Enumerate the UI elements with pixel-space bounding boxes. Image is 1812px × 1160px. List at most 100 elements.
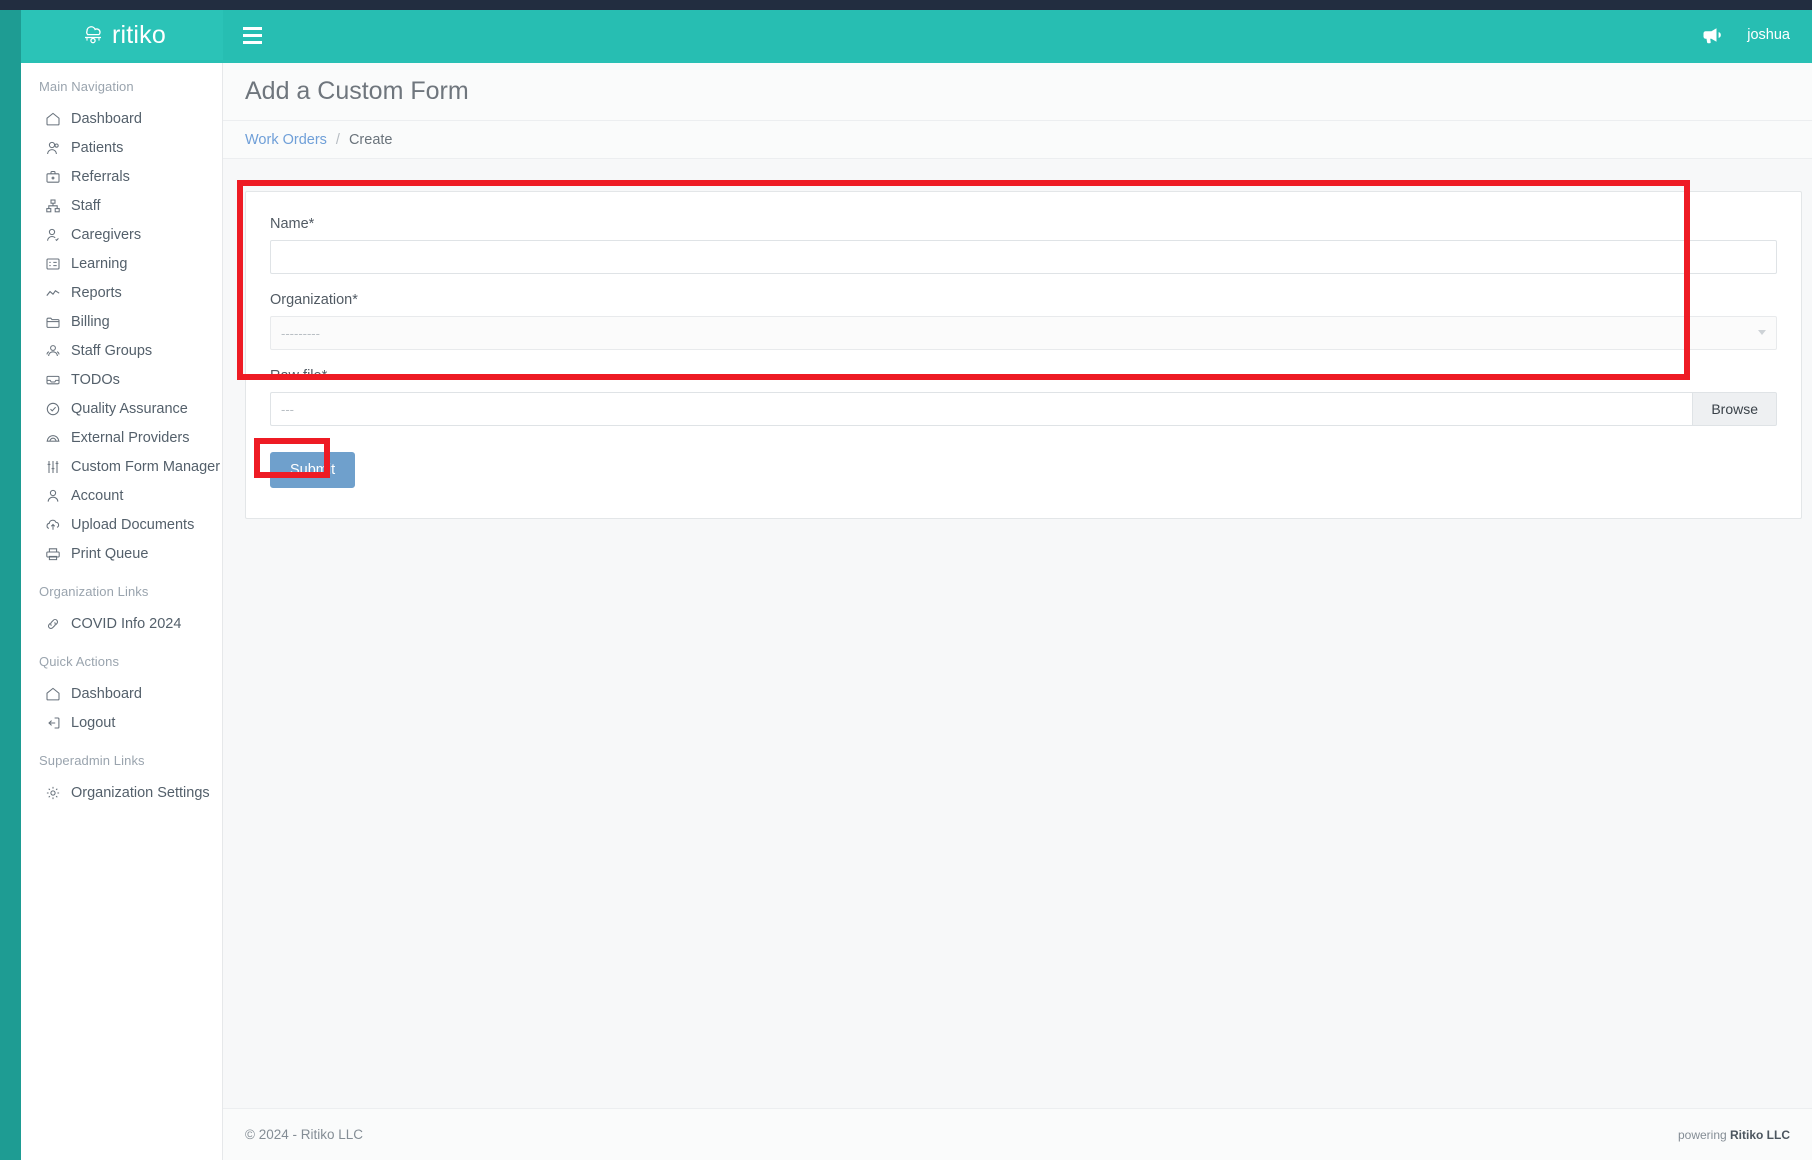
sidebar-item-print-queue[interactable]: Print Queue (21, 539, 222, 568)
sidebar-item-organization-settings[interactable]: Organization Settings (21, 778, 222, 807)
page-title: Add a Custom Form (245, 77, 469, 105)
organization-field-label: Organization* (270, 292, 358, 308)
submit-button[interactable]: Submit (270, 452, 356, 488)
sidebar-item-label: Referrals (71, 168, 130, 185)
sidebar-item-label: Patients (71, 139, 124, 156)
arch-icon (45, 430, 71, 446)
home-icon (45, 111, 71, 127)
link-icon (45, 616, 71, 632)
sidebar-item-label: Print Queue (71, 545, 149, 562)
sidebar-item-label: Upload Documents (71, 516, 195, 533)
sidebar-item-label: Reports (71, 284, 122, 301)
sidebar-item-label: Logout (71, 714, 116, 731)
sidebar-item-label: Learning (71, 255, 128, 272)
sidebar-section-title-quick: Quick Actions (39, 654, 120, 669)
name-input[interactable] (270, 240, 1777, 274)
sidebar-item-staff-groups[interactable]: Staff Groups (21, 336, 222, 365)
cloud-network-logo-icon (78, 20, 108, 51)
breadcrumb-current: Create (348, 131, 393, 148)
custom-form-card: Name* Organization* --------- Raw file* … (245, 191, 1802, 519)
sidebar-item-learning[interactable]: Learning (21, 249, 222, 278)
footer-powering-brand: Ritiko LLC (1730, 1127, 1790, 1142)
header-right-actions: joshua (1685, 10, 1812, 60)
sidebar-item-reports[interactable]: Reports (21, 278, 222, 307)
id-card-icon (45, 256, 71, 272)
footer-copyright: © 2024 - Ritiko LLC (245, 1127, 363, 1142)
name-field-group: Name* (270, 216, 1777, 274)
sidebar-item-billing[interactable]: Billing (21, 307, 222, 336)
sidebar-item-label: TODOs (71, 371, 120, 388)
breadcrumb-separator: / (335, 131, 340, 148)
breadcrumb-link-work-orders[interactable]: Work Orders (245, 132, 327, 148)
page-footer: © 2024 - Ritiko LLC powering Ritiko LLC (223, 1108, 1812, 1160)
line-chart-icon (45, 285, 71, 301)
sidebar-item-covid-info[interactable]: COVID Info 2024 (21, 609, 222, 638)
organization-field-group: Organization* --------- (270, 292, 1777, 350)
sidebar-item-referrals[interactable]: Referrals (21, 162, 222, 191)
raw-file-field-label: Raw file* (270, 368, 328, 384)
sidebar-item-label: External Providers (71, 429, 190, 446)
gear-icon (45, 785, 71, 801)
organization-select[interactable]: --------- (270, 316, 1777, 350)
sidebar-item-label: Billing (71, 313, 110, 330)
sidebar-item-quick-dashboard[interactable]: Dashboard (21, 679, 222, 708)
sidebar-item-label: Organization Settings (71, 784, 210, 801)
raw-file-filename[interactable]: --- (270, 392, 1693, 426)
sidebar-item-external-providers[interactable]: External Providers (21, 423, 222, 452)
header-bottom-divider (21, 60, 1812, 63)
breadcrumb: Work Orders / Create (223, 121, 1812, 159)
sidebar-item-upload-documents[interactable]: Upload Documents (21, 510, 222, 539)
top-header-bar: ritiko joshua (21, 10, 1812, 60)
user-menu-button[interactable]: joshua (1739, 10, 1812, 60)
sidebar-item-label: Account (71, 487, 124, 504)
browse-button[interactable]: Browse (1692, 392, 1777, 426)
cloud-upload-icon (45, 517, 71, 533)
sidebar-item-dashboard[interactable]: Dashboard (21, 104, 222, 133)
app-root: ritiko joshua Main Navigation Dashboard … (0, 0, 1812, 1160)
printer-icon (45, 546, 71, 562)
brand-logo[interactable]: ritiko (21, 10, 223, 60)
sidebar-item-todos[interactable]: TODOs (21, 365, 222, 394)
sidebar-item-label: Staff Groups (71, 342, 153, 359)
sidebar-section-title-org: Organization Links (39, 584, 149, 599)
sidebar-item-label: Caregivers (71, 226, 142, 243)
logout-icon (45, 715, 71, 731)
brand-name: ritiko (112, 20, 166, 49)
sidebar-item-label: COVID Info 2024 (71, 615, 182, 632)
sidebar-item-caregivers[interactable]: Caregivers (21, 220, 222, 249)
username-label: joshua (1747, 27, 1790, 43)
sidebar-item-label: Quality Assurance (71, 400, 188, 417)
name-field-label: Name* (270, 216, 315, 232)
user-check-icon (45, 227, 71, 243)
main-content: Add a Custom Form Work Orders / Create N… (223, 63, 1812, 1160)
sidebar-item-label: Dashboard (71, 685, 142, 702)
users-group-icon (45, 343, 71, 359)
briefcase-icon (45, 169, 71, 185)
folder-icon (45, 314, 71, 330)
sidebar-item-staff[interactable]: Staff (21, 191, 222, 220)
sidebar-item-quality-assurance[interactable]: Quality Assurance (21, 394, 222, 423)
raw-file-field-group: Raw file* --- Browse (270, 368, 1777, 426)
patient-icon (45, 140, 71, 156)
footer-powering: powering Ritiko LLC (1678, 1128, 1790, 1142)
sidebar-item-label: Custom Form Manager (71, 458, 221, 475)
org-chart-icon (45, 198, 71, 214)
sidebar-item-label: Dashboard (71, 110, 142, 127)
sidebar-item-account[interactable]: Account (21, 481, 222, 510)
page-header: Add a Custom Form (223, 63, 1812, 121)
left-teal-rail (0, 10, 21, 1160)
sidebar-navigation: Main Navigation Dashboard Patients Refer… (21, 63, 223, 1160)
sidebar-item-label: Staff (71, 197, 101, 214)
hamburger-menu-icon[interactable] (235, 20, 269, 50)
sidebar-item-logout[interactable]: Logout (21, 708, 222, 737)
sidebar-section-title-superadmin: Superadmin Links (39, 753, 145, 768)
inbox-icon (45, 372, 71, 388)
bullhorn-icon[interactable] (1685, 10, 1739, 60)
home-icon (45, 686, 71, 702)
check-circle-icon (45, 401, 71, 417)
sliders-icon (45, 459, 71, 475)
sidebar-item-custom-form-manager[interactable]: Custom Form Manager (21, 452, 222, 481)
user-icon (45, 488, 71, 504)
sidebar-item-patients[interactable]: Patients (21, 133, 222, 162)
footer-powering-prefix: powering (1677, 1127, 1730, 1142)
